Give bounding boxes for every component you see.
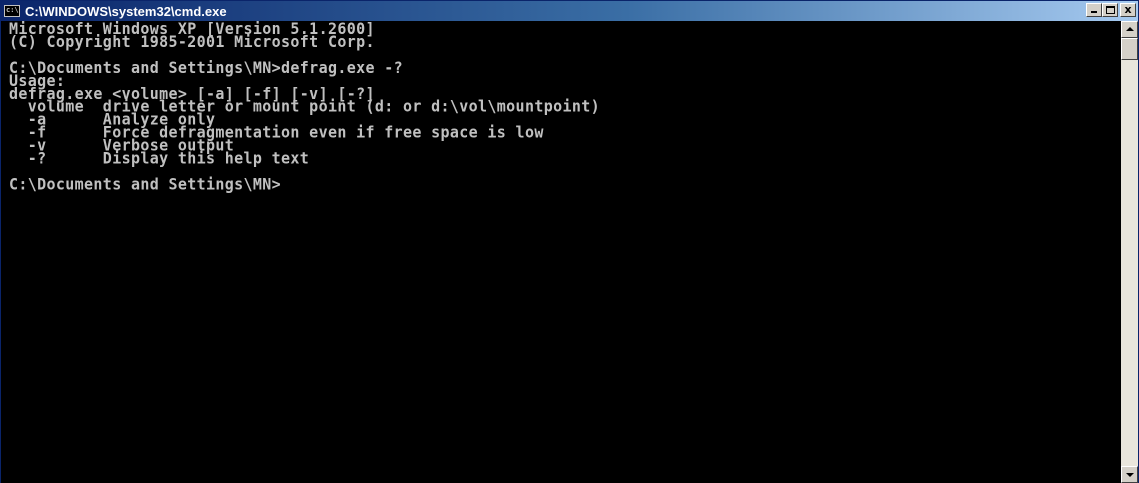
console-output[interactable]: Microsoft Windows XP [Version 5.1.2600] … bbox=[1, 21, 1121, 483]
scroll-down-button[interactable] bbox=[1121, 466, 1138, 483]
minimize-button[interactable] bbox=[1086, 3, 1102, 17]
arrow-up-icon bbox=[1126, 27, 1134, 31]
console-text: Microsoft Windows XP [Version 5.1.2600] … bbox=[1, 21, 1121, 194]
window-title: C:\WINDOWS\system32\cmd.exe bbox=[25, 3, 227, 19]
maximize-button[interactable] bbox=[1102, 3, 1118, 17]
cmd-window: C:\WINDOWS\system32\cmd.exe x Microsoft … bbox=[0, 0, 1139, 483]
console-icon[interactable] bbox=[4, 5, 20, 17]
console-line: C:\Documents and Settings\MN> bbox=[9, 174, 282, 194]
caption-buttons: x bbox=[1086, 3, 1136, 17]
minimize-icon bbox=[1091, 11, 1097, 13]
console-line: C:\Documents and Settings\MN>defrag.exe … bbox=[9, 57, 403, 78]
scroll-up-button[interactable] bbox=[1121, 21, 1138, 38]
scroll-thumb[interactable] bbox=[1121, 38, 1138, 60]
console-line: -? Display this help text bbox=[9, 148, 310, 168]
vertical-scrollbar[interactable] bbox=[1121, 21, 1138, 483]
title-bar[interactable]: C:\WINDOWS\system32\cmd.exe x bbox=[1, 1, 1138, 21]
arrow-down-icon bbox=[1126, 473, 1134, 477]
maximize-icon bbox=[1106, 6, 1115, 14]
close-button[interactable]: x bbox=[1120, 3, 1136, 17]
close-icon: x bbox=[1124, 3, 1132, 16]
console-line: (C) Copyright 1985-2001 Microsoft Corp. bbox=[9, 31, 375, 52]
